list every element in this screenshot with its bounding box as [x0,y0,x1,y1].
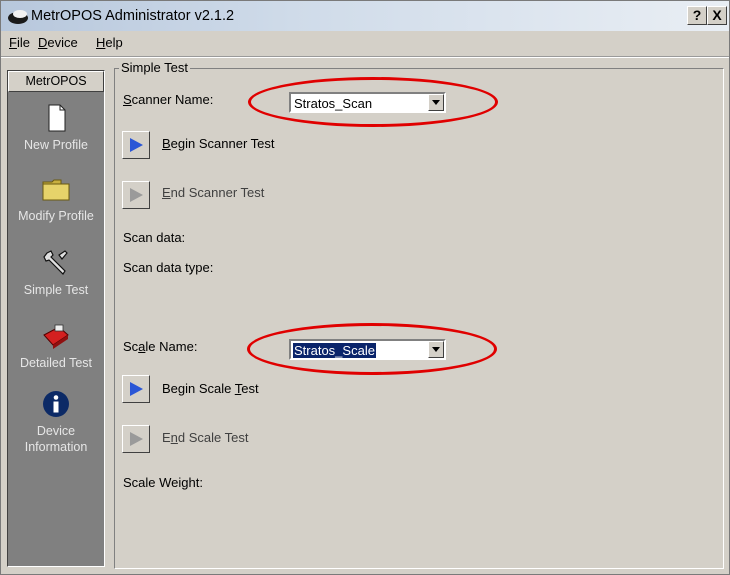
info-icon [43,391,69,417]
sidebar-item-modify-profile[interactable]: Modify Profile [8,174,104,224]
sidebar-header: MetrOPOS [8,71,104,92]
sidebar-item-label: Device [36,424,76,438]
menu-device[interactable]: Device [38,35,78,50]
scale-name-label: Scale Name: [123,339,198,354]
close-button[interactable]: X [707,6,727,25]
highlight-ellipse-scanner [248,77,498,127]
help-button[interactable]: ? [687,6,707,25]
sidebar-item-label: Information [24,440,88,454]
app-logo-icon [8,10,28,24]
end-scale-test-label: End Scale Test [162,430,249,445]
play-icon [130,432,143,446]
play-icon [130,138,143,152]
window-title: MetrOPOS Administrator v2.1.2 [31,8,235,24]
folder-icon [42,179,70,201]
end-scale-test-button[interactable] [122,425,150,453]
wrench-icon [43,250,68,275]
sidebar: MetrOPOS New Profile Modify Profile Simp… [7,70,105,567]
sidebar-item-label: Modify Profile [18,209,94,223]
menu-bar: File Device Help [1,31,729,55]
scan-data-label: Scan data: [123,230,186,245]
end-scanner-test-label: End Scanner Test [162,185,265,200]
scale-weight-label: Scale Weight: [123,475,203,490]
toolbox-icon [43,324,69,349]
begin-scanner-test-button[interactable] [122,131,150,159]
begin-scale-test-button[interactable] [122,375,150,403]
scan-data-type-label: Scan data type: [123,260,214,275]
play-icon [130,382,143,396]
sidebar-item-device-information[interactable]: Device Information [8,389,104,455]
document-icon [48,104,66,132]
sidebar-item-simple-test[interactable]: Simple Test [8,248,104,298]
app-window: MetrOPOS Administrator v2.1.2 ? X File D… [0,0,730,575]
highlight-ellipse-scale [247,323,497,375]
sidebar-item-detailed-test[interactable]: Detailed Test [8,321,104,371]
play-icon [130,188,143,202]
sidebar-item-label: Detailed Test [19,356,93,370]
begin-scale-test-label: Begin Scale Test [162,381,259,396]
menu-file[interactable]: File [9,35,30,50]
sidebar-item-label: Simple Test [23,283,89,297]
menu-divider [1,56,729,58]
menu-help[interactable]: Help [96,35,123,50]
end-scanner-test-button[interactable] [122,181,150,209]
begin-scanner-test-label: Begin Scanner Test [162,136,275,151]
sidebar-item-label: New Profile [24,138,88,152]
sidebar-item-new-profile[interactable]: New Profile [8,103,104,153]
title-bar[interactable]: MetrOPOS Administrator v2.1.2 ? X [1,1,729,31]
group-title: Simple Test [119,60,190,75]
scanner-name-label: Scanner Name: [123,92,214,107]
